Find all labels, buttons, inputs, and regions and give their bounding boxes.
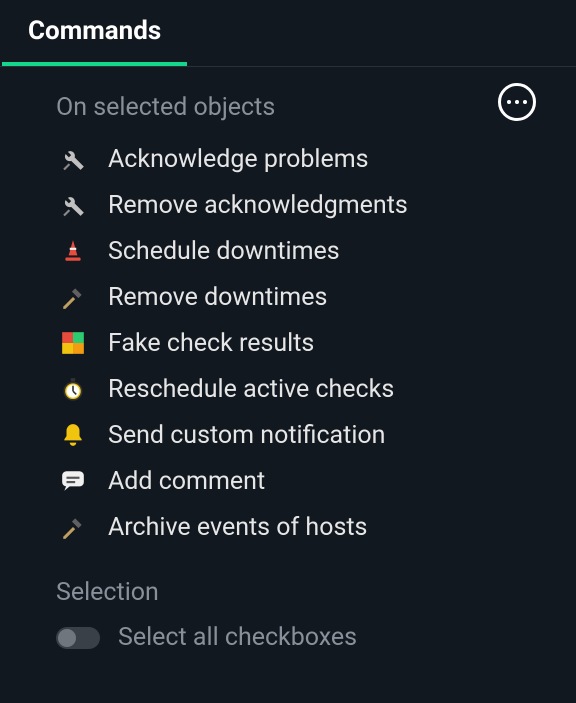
select-all-label: Select all checkboxes: [118, 623, 357, 652]
tools-icon: [56, 142, 90, 176]
cmd-label: Add comment: [108, 467, 265, 496]
hammer-icon: [56, 280, 90, 314]
select-all-toggle[interactable]: [56, 627, 100, 649]
section-title-selection: Selection: [56, 578, 520, 607]
cmd-label: Fake check results: [108, 329, 314, 358]
cmd-fake-check-results[interactable]: Fake check results: [56, 320, 520, 366]
select-all-row: Select all checkboxes: [56, 621, 520, 652]
comment-icon: [56, 464, 90, 498]
stopwatch-icon: [56, 372, 90, 406]
tab-commands-label: Commands: [28, 16, 161, 46]
ellipsis-icon: [507, 100, 527, 104]
cmd-remove-acknowledgments[interactable]: Remove acknowledgments: [56, 182, 520, 228]
commands-list: Acknowledge problems Remove acknowledgme…: [56, 136, 520, 550]
cmd-add-comment[interactable]: Add comment: [56, 458, 520, 504]
cmd-label: Reschedule active checks: [108, 375, 394, 404]
cmd-label: Remove acknowledgments: [108, 191, 408, 220]
cmd-remove-downtimes[interactable]: Remove downtimes: [56, 274, 520, 320]
cmd-acknowledge-problems[interactable]: Acknowledge problems: [56, 136, 520, 182]
cmd-label: Acknowledge problems: [108, 145, 369, 174]
cone-icon: [56, 234, 90, 268]
bell-icon: [56, 418, 90, 452]
hammer-icon: [56, 510, 90, 544]
cmd-reschedule-active-checks[interactable]: Reschedule active checks: [56, 366, 520, 412]
section-title-on-selected: On selected objects: [56, 93, 520, 122]
cmd-label: Schedule downtimes: [108, 237, 340, 266]
tab-commands[interactable]: Commands: [0, 0, 189, 66]
cmd-label: Remove downtimes: [108, 283, 327, 312]
cmd-archive-events-of-hosts[interactable]: Archive events of hosts: [56, 504, 520, 550]
cmd-send-custom-notification[interactable]: Send custom notification: [56, 412, 520, 458]
cmd-label: Send custom notification: [108, 421, 385, 450]
tools-icon: [56, 188, 90, 222]
commands-panel: On selected objects Acknowledge problems…: [0, 67, 576, 652]
cmd-label: Archive events of hosts: [108, 513, 367, 542]
grid-icon: [56, 326, 90, 360]
more-actions-button[interactable]: [498, 83, 536, 121]
cmd-schedule-downtimes[interactable]: Schedule downtimes: [56, 228, 520, 274]
tab-bar: Commands: [0, 0, 576, 67]
